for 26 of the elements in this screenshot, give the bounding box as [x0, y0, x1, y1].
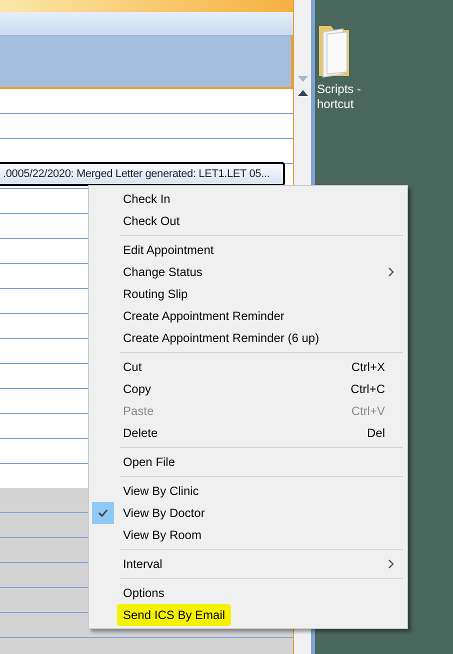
folder-icon[interactable] [317, 24, 351, 78]
menu-item[interactable]: Open File [91, 451, 405, 473]
menu-item[interactable]: View By Doctor [91, 502, 405, 524]
shortcut-label: Ctrl+V [351, 403, 385, 420]
shortcut-label: Del [366, 425, 385, 442]
menu-item[interactable]: Edit Appointment [91, 239, 405, 261]
menu-item[interactable]: Check In [91, 188, 405, 210]
menu-item[interactable]: Interval [91, 553, 405, 575]
menu-item[interactable]: Check Out [91, 210, 405, 232]
menu-item[interactable]: View By Clinic [91, 480, 405, 502]
menu-item[interactable]: Copy Ctrl+C [91, 378, 405, 400]
menu-item[interactable]: Create Appointment Reminder [91, 305, 405, 327]
shortcut-label: Ctrl+C [350, 381, 385, 398]
shortcut-label: Ctrl+X [351, 359, 385, 376]
menu-item[interactable]: Delete Del [91, 422, 405, 444]
menu-item[interactable]: View By Room [91, 524, 405, 546]
menu-item[interactable]: Change Status [91, 261, 405, 283]
icon-label: hortcut [317, 97, 355, 112]
tooltip: .0005/22/2020: Merged Letter generated: LET1.LET 05... [0, 162, 285, 186]
icon-label: Scripts - [317, 82, 362, 97]
menu-item[interactable]: Create Appointment Reminder (6 up) [91, 327, 405, 349]
menu-item[interactable]: Routing Slip [91, 283, 405, 305]
menu-item[interactable]: Cut Ctrl+X [91, 356, 405, 378]
menu-item[interactable]: Options [91, 582, 405, 604]
scroll-up-icon[interactable] [298, 90, 308, 96]
highlighted-menu-item[interactable]: Send ICS By Email [117, 604, 232, 626]
